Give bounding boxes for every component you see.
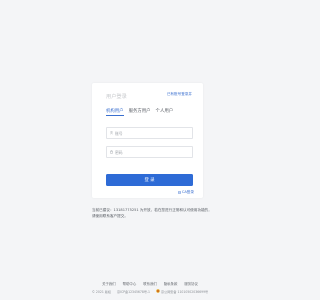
login-tabs: 机构用户 服务方用户 个人用户	[106, 109, 189, 117]
notice-text: 当前已建议：13181775251 为开放，若在您进行正常和认可使用功能的，请使…	[92, 208, 212, 218]
copyright-text: © 2021 版权	[91, 290, 111, 294]
icp-link[interactable]: 京ICP备12345678号-1	[117, 289, 150, 294]
register-link[interactable]: 已有账号登录并	[167, 92, 192, 97]
user-icon	[110, 131, 113, 135]
police-record-text: 京公网安备 11010502036699号	[161, 290, 209, 294]
footer-links: 关于我们 帮助中心 联系我们 隐私条款 服务协议	[0, 281, 300, 286]
lock-icon	[110, 150, 113, 154]
tab-personal-user[interactable]: 个人用户	[156, 109, 174, 116]
footer-bottom: © 2021 版权 京ICP备12345678号-1 京公网安备 1101050…	[0, 289, 300, 294]
login-card: 用户登录 已有账号登录并 机构用户 服务方用户 个人用户 登 录	[92, 83, 203, 198]
footer-link-about[interactable]: 关于我们	[102, 281, 116, 286]
police-emblem-icon	[156, 289, 160, 294]
username-field[interactable]	[106, 127, 193, 139]
ca-login-link[interactable]: CA登录	[177, 190, 194, 195]
tab-institution-user[interactable]: 机构用户	[106, 109, 124, 116]
password-field[interactable]	[106, 146, 193, 158]
login-button[interactable]: 登 录	[106, 174, 193, 186]
login-title: 用户登录	[106, 94, 127, 100]
footer-link-contact[interactable]: 联系我们	[143, 281, 157, 286]
ca-login-label: CA登录	[181, 190, 194, 194]
tab-service-provider-user[interactable]: 服务方用户	[129, 109, 151, 116]
footer-link-privacy[interactable]: 隐私条款	[164, 281, 178, 286]
footer-link-agreement[interactable]: 服务协议	[184, 281, 198, 286]
police-record-link[interactable]: 京公网安备 11010502036699号	[156, 289, 208, 294]
username-input[interactable]	[115, 130, 185, 136]
footer-link-help[interactable]: 帮助中心	[123, 281, 137, 286]
password-input[interactable]	[115, 149, 185, 155]
ca-certificate-icon	[177, 191, 181, 194]
